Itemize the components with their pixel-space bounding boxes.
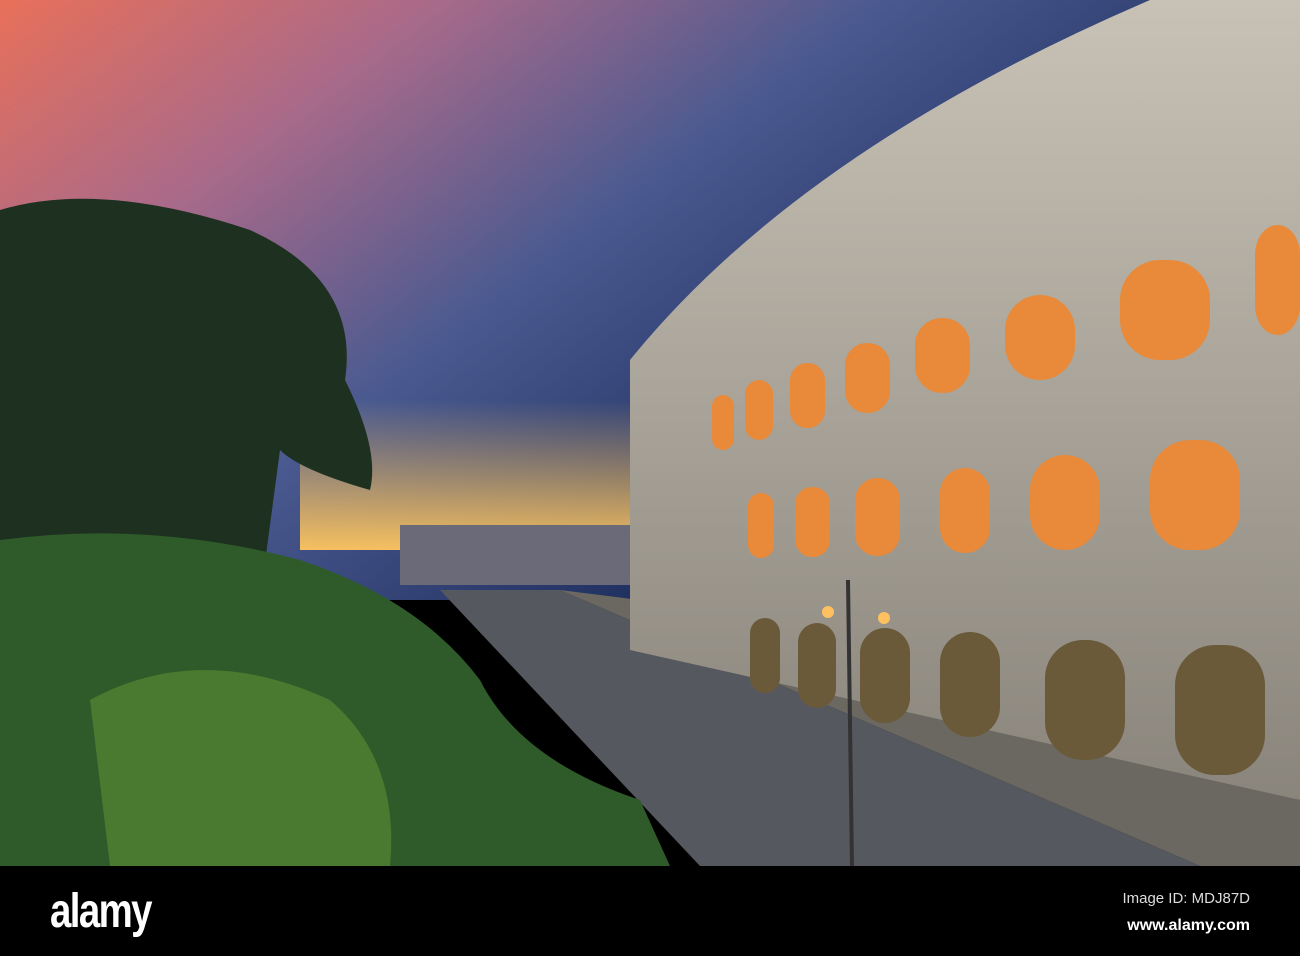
colosseum-sunset-photo	[0, 0, 1300, 866]
distant-buildings	[400, 525, 630, 585]
image-id: Image ID: MDJ87D	[1122, 890, 1250, 907]
alamy-logo: alamy	[50, 885, 152, 938]
watermark-bar: alamy Image ID: MDJ87D www.alamy.com	[0, 866, 1300, 956]
alamy-url: www.alamy.com	[1127, 917, 1250, 934]
photo-frame: alamy Image ID: MDJ87D www.alamy.com	[0, 0, 1300, 956]
